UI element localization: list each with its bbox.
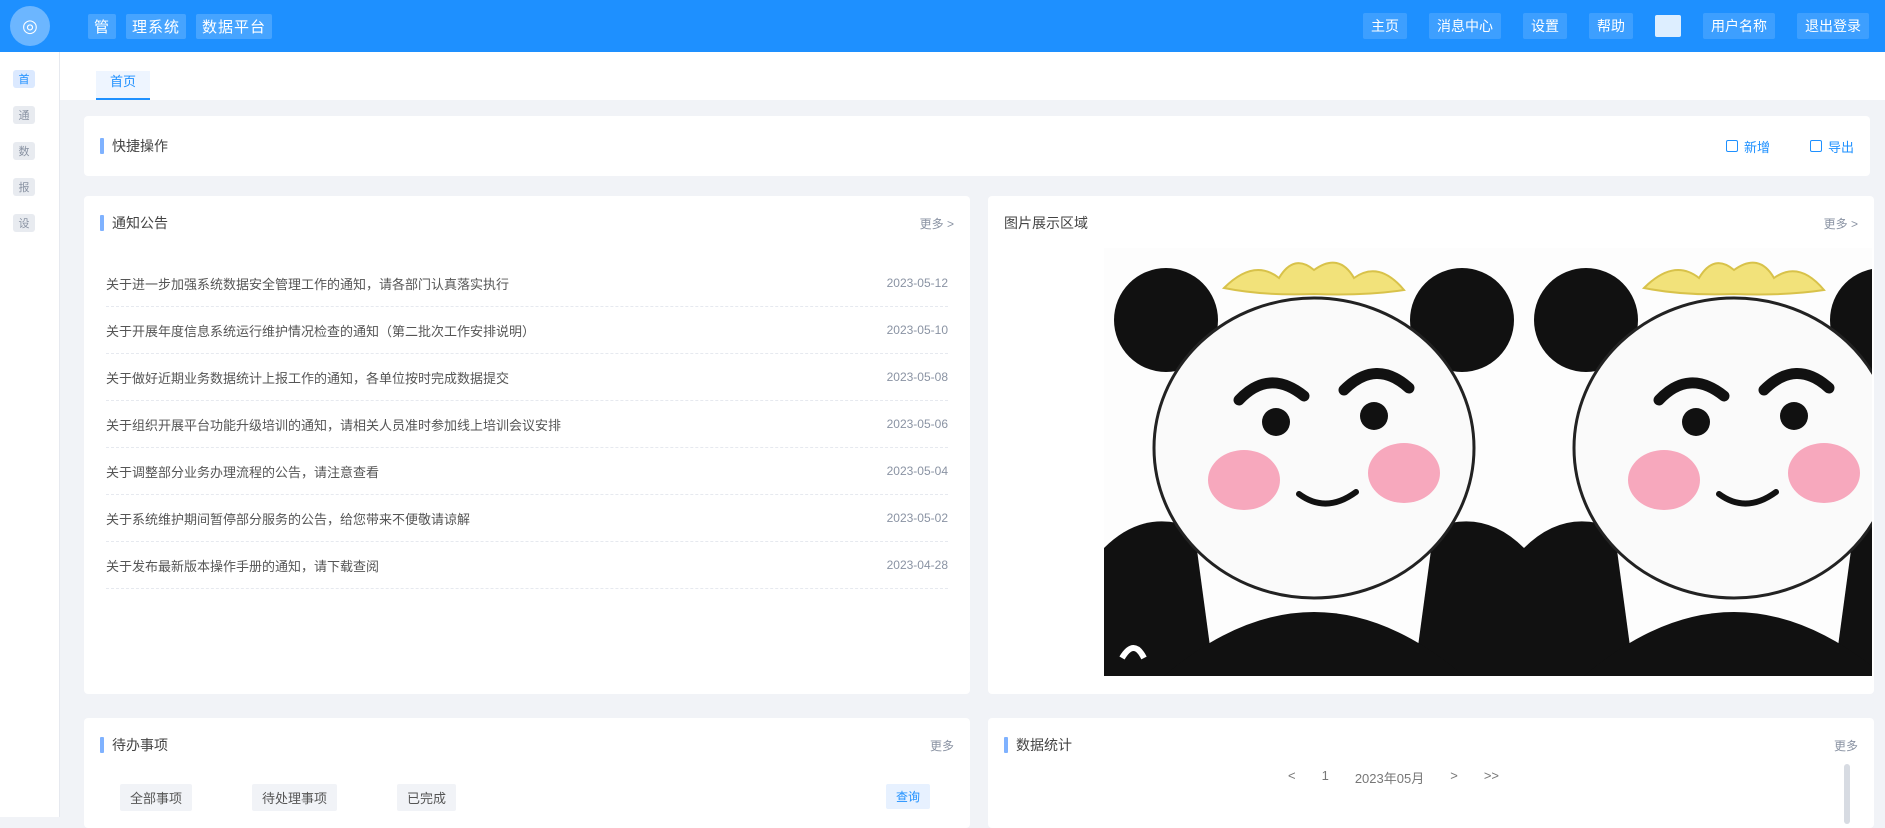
add-button-label: 新增 <box>1743 139 1770 155</box>
title-marker <box>100 737 104 753</box>
panel-title-text: 图片展示区域 <box>1004 215 1088 231</box>
logout-button[interactable]: 退出登录 <box>1797 13 1869 39</box>
nav-data-icon[interactable]: 数 <box>13 142 35 160</box>
image-panel: 图片展示区域 更多 > <box>988 196 1874 694</box>
last-button[interactable]: >> <box>1484 768 1499 787</box>
panel-header: 通知公告 更多 > <box>100 210 954 236</box>
top-right-menu: 主页 消息中心 设置 帮助 用户名称 退出登录 <box>1363 0 1869 52</box>
filter-all[interactable]: 全部事项 <box>120 784 193 811</box>
notice-title: 关于开展年度信息系统运行维护情况检查的通知（第二批次工作安排说明） <box>106 323 536 339</box>
panel-header: 数据统计 更多 <box>1004 732 1858 758</box>
top-menu-home[interactable]: 主页 <box>1363 13 1407 39</box>
notice-date: 2023-05-12 <box>886 276 948 290</box>
notice-title: 关于组织开展平台功能升级培训的通知，请相关人员准时参加线上培训会议安排 <box>106 417 562 433</box>
prev-button[interactable]: < <box>1288 768 1296 787</box>
left-nav-rail: 首 通 数 报 设 <box>0 52 60 817</box>
title-marker <box>100 138 104 154</box>
list-item[interactable]: 关于做好近期业务数据统计上报工作的通知，各单位按时完成数据提交 2023-05-… <box>106 354 948 401</box>
plus-icon <box>1725 140 1738 152</box>
more-link[interactable]: 更多 > <box>920 215 954 232</box>
panel-title: 待办事项 <box>100 735 168 755</box>
list-item[interactable]: 关于进一步加强系统数据安全管理工作的通知，请各部门认真落实执行 2023-05-… <box>106 260 948 307</box>
top-menu-help[interactable]: 帮助 <box>1589 13 1633 39</box>
list-item[interactable]: 关于调整部分业务办理流程的公告，请注意查看 2023-05-04 <box>106 448 948 495</box>
notice-panel: 通知公告 更多 > 关于进一步加强系统数据安全管理工作的通知，请各部门认真落实执… <box>84 196 970 694</box>
nav-settings-icon[interactable]: 设 <box>13 214 35 232</box>
app-title: 管 理系统 数据平台 <box>88 13 273 39</box>
todo-panel: 待办事项 更多 全部事项 待处理事项 已完成 查询 <box>84 718 970 828</box>
app-title-part: 管 <box>88 13 117 39</box>
notice-date: 2023-05-06 <box>886 417 948 431</box>
list-item[interactable]: 关于发布最新版本操作手册的通知，请下载查阅 2023-04-28 <box>106 542 948 589</box>
nav-notice-icon[interactable]: 通 <box>13 106 35 124</box>
notice-title: 关于进一步加强系统数据安全管理工作的通知，请各部门认真落实执行 <box>106 276 510 292</box>
stats-panel: 数据统计 更多 < 1 2023年05月 > >> <box>988 718 1874 828</box>
notice-date: 2023-05-10 <box>886 323 948 337</box>
list-item[interactable]: 关于开展年度信息系统运行维护情况检查的通知（第二批次工作安排说明） 2023-0… <box>106 307 948 354</box>
top-menu-settings[interactable]: 设置 <box>1523 13 1567 39</box>
tab-home[interactable]: 首页 <box>96 71 151 100</box>
notice-title: 关于发布最新版本操作手册的通知，请下载查阅 <box>106 558 380 574</box>
app-logo[interactable]: ◎ <box>10 6 50 46</box>
notice-date: 2023-05-04 <box>886 464 948 478</box>
image-gallery <box>1104 248 1872 676</box>
notice-title: 关于做好近期业务数据统计上报工作的通知，各单位按时完成数据提交 <box>106 370 510 386</box>
panel-title: 快捷操作 <box>100 136 168 156</box>
panel-title: 通知公告 <box>100 213 168 233</box>
nav-home-icon[interactable]: 首 <box>13 70 35 88</box>
more-link[interactable]: 更多 > <box>1824 215 1858 232</box>
add-button[interactable]: 新增 <box>1725 137 1770 156</box>
list-item[interactable]: 关于组织开展平台功能升级培训的通知，请相关人员准时参加线上培训会议安排 2023… <box>106 401 948 448</box>
list-item[interactable]: 关于系统维护期间暂停部分服务的公告，给您带来不便敬请谅解 2023-05-02 <box>106 495 948 542</box>
quick-actions-panel: 快捷操作 新增 导出 <box>84 116 1870 176</box>
more-link[interactable]: 更多 <box>1834 737 1858 754</box>
panel-header: 待办事项 更多 <box>100 732 954 758</box>
panel-header: 快捷操作 新增 导出 <box>100 133 1854 159</box>
title-marker <box>1004 737 1008 753</box>
panda-image[interactable] <box>1524 248 1872 676</box>
panel-title-text: 通知公告 <box>112 215 168 231</box>
more-link[interactable]: 更多 <box>930 737 954 754</box>
query-button[interactable]: 查询 <box>885 784 930 809</box>
current-period: 2023年05月 <box>1354 771 1425 786</box>
panda-image[interactable] <box>1104 248 1524 676</box>
toolbar-buttons: 新增 导出 <box>1725 137 1854 156</box>
notice-title: 关于系统维护期间暂停部分服务的公告，给您带来不便敬请谅解 <box>106 511 471 527</box>
notice-date: 2023-05-08 <box>886 370 948 384</box>
panel-title-text: 待办事项 <box>112 737 168 753</box>
date-pager: < 1 2023年05月 > >> <box>1288 768 1499 787</box>
tab-strip: 首页 <box>60 52 1885 100</box>
user-avatar[interactable] <box>1655 15 1681 37</box>
todo-filters: 全部事项 待处理事项 已完成 <box>120 784 457 811</box>
panel-header: 图片展示区域 更多 > <box>1004 210 1858 236</box>
scrollbar[interactable] <box>1844 764 1850 824</box>
nav-report-icon[interactable]: 报 <box>13 178 35 196</box>
export-button-label: 导出 <box>1827 139 1854 155</box>
panel-title-text: 快捷操作 <box>112 138 168 154</box>
filter-done[interactable]: 已完成 <box>397 784 457 811</box>
top-menu-messages[interactable]: 消息中心 <box>1429 13 1501 39</box>
export-icon <box>1809 140 1822 152</box>
filter-pending[interactable]: 待处理事项 <box>252 784 338 811</box>
notice-list: 关于进一步加强系统数据安全管理工作的通知，请各部门认真落实执行 2023-05-… <box>106 260 948 589</box>
next-button[interactable]: > <box>1450 768 1458 787</box>
app-title-part: 数据平台 <box>196 13 273 39</box>
title-marker <box>100 215 104 231</box>
user-name[interactable]: 用户名称 <box>1703 13 1775 39</box>
page-number[interactable]: 1 <box>1322 768 1329 787</box>
panel-title-text: 数据统计 <box>1016 737 1072 753</box>
panel-title: 数据统计 <box>1004 735 1072 755</box>
app-title-part: 理系统 <box>126 13 187 39</box>
notice-title: 关于调整部分业务办理流程的公告，请注意查看 <box>106 464 380 480</box>
notice-date: 2023-04-28 <box>886 558 948 572</box>
notice-date: 2023-05-02 <box>886 511 948 525</box>
export-button[interactable]: 导出 <box>1809 137 1854 156</box>
panel-title: 图片展示区域 <box>1004 213 1088 233</box>
top-bar: ◎ 管 理系统 数据平台 主页 消息中心 设置 帮助 用户名称 退出登录 <box>0 0 1885 52</box>
